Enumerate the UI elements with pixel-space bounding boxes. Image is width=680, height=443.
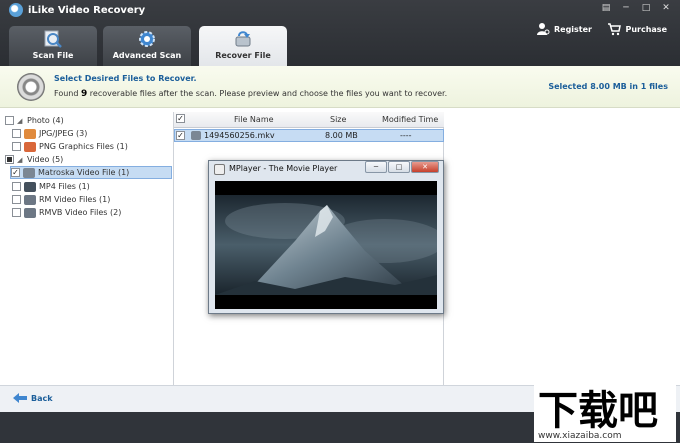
disc-icon (17, 73, 45, 101)
tree-label: RM Video Files (1) (39, 195, 111, 204)
mplayer-icon (214, 164, 225, 175)
tree-label: Photo (4) (27, 116, 64, 125)
tree-label: Matroska Video File (1) (38, 168, 130, 177)
rmvb-checkbox[interactable] (12, 208, 21, 217)
column-size[interactable]: Size (330, 115, 346, 124)
tree-label: Video (5) (27, 155, 64, 164)
tree-node-mp4[interactable]: MP4 Files (1) (12, 180, 90, 193)
tree-node-rmvb[interactable]: RMVB Video Files (2) (12, 206, 121, 219)
file-checkbox[interactable]: ✓ (176, 131, 185, 140)
photo-checkbox[interactable] (5, 116, 14, 125)
register-label: Register (553, 24, 592, 34)
jpg-checkbox[interactable] (12, 129, 21, 138)
found-count: 9 (80, 89, 88, 99)
png-checkbox[interactable] (12, 142, 21, 151)
watermark: 下载吧 www.xiazaiba.com (534, 380, 676, 442)
file-row[interactable]: ✓ 1494560256.mkv 8.00 MB ---- (174, 129, 444, 142)
back-arrow-icon (13, 393, 27, 403)
minimize-button[interactable]: ─ (618, 2, 634, 14)
video-checkbox[interactable] (5, 155, 14, 164)
tree-label: PNG Graphics Files (1) (39, 142, 128, 151)
tree-node-png[interactable]: PNG Graphics Files (1) (12, 140, 128, 153)
info-prefix: Found (54, 89, 79, 98)
tab-label: Recover File (215, 51, 271, 60)
purchase-link[interactable]: Purchase (607, 22, 667, 36)
expand-arrow-icon[interactable]: ◢ (17, 117, 24, 125)
back-button[interactable]: Back (13, 393, 53, 403)
info-title: Select Desired Files to Recover. (54, 74, 197, 83)
window-controls: ▤ ─ □ ✕ (598, 2, 674, 14)
mplayer-window[interactable]: MPlayer - The Movie Player ─ □ ✕ (208, 160, 444, 314)
tab-recover-file[interactable]: Recover File (199, 26, 287, 66)
player-title: MPlayer - The Movie Player (229, 164, 338, 173)
purchase-label: Purchase (625, 24, 667, 34)
video-file-icon (24, 181, 36, 192)
tree-node-rm[interactable]: RM Video Files (1) (12, 193, 110, 206)
tab-label: Scan File (32, 51, 74, 60)
column-modified-time[interactable]: Modified Time (382, 115, 438, 124)
video-file-icon (24, 194, 36, 205)
app-header: iLike Video Recovery ▤ ─ □ ✕ Scan File A… (0, 0, 680, 66)
player-window-controls: ─ □ ✕ (365, 161, 439, 173)
video-file-icon (24, 207, 36, 218)
file-size: 8.00 MB (325, 131, 358, 140)
selected-summary: Selected 8.00 MB in 1 files (548, 82, 668, 91)
maximize-button[interactable]: □ (638, 2, 654, 14)
player-minimize-button[interactable]: ─ (365, 161, 387, 173)
video-preview[interactable] (215, 181, 437, 309)
info-bar: Select Desired Files to Recover. Found 9… (0, 66, 680, 108)
mp4-checkbox[interactable] (12, 182, 21, 191)
info-description: Found 9 recoverable files after the scan… (54, 89, 447, 99)
svg-text:www.xiazaiba.com: www.xiazaiba.com (538, 431, 622, 441)
magnifier-icon (44, 30, 62, 48)
svg-text:下载吧: 下载吧 (538, 388, 658, 434)
file-type-tree: ◢ Photo (4) JPG/JPEG (3) PNG Graphics Fi… (0, 112, 174, 385)
tree-label: JPG/JPEG (3) (39, 129, 88, 138)
tree-node-jpg[interactable]: JPG/JPEG (3) (12, 127, 87, 140)
register-link[interactable]: Register (536, 22, 592, 36)
file-list-header: ✓ File Name Size Modified Time (174, 112, 444, 128)
file-name: 1494560256.mkv (204, 131, 275, 140)
player-close-button[interactable]: ✕ (411, 161, 439, 173)
video-file-icon (23, 167, 35, 178)
select-all-checkbox[interactable]: ✓ (176, 114, 185, 123)
tab-advanced-scan[interactable]: Advanced Scan (103, 26, 191, 66)
site-logo: 下载吧 www.xiazaiba.com (534, 384, 676, 442)
tree-label: RMVB Video Files (2) (39, 208, 122, 217)
app-title: iLike Video Recovery (28, 5, 146, 16)
tab-label: Advanced Scan (112, 51, 182, 60)
app-logo-icon (9, 3, 23, 17)
menu-button[interactable]: ▤ (598, 2, 614, 14)
image-file-icon (24, 128, 36, 139)
tree-node-video[interactable]: ◢ Video (5) (5, 153, 63, 166)
video-file-icon (191, 131, 201, 140)
back-label: Back (31, 393, 53, 403)
info-suffix: recoverable files after the scan. Please… (89, 89, 448, 98)
tab-scan-file[interactable]: Scan File (9, 26, 97, 66)
gear-icon (139, 31, 155, 47)
column-file-name[interactable]: File Name (234, 115, 274, 124)
tree-node-mkv[interactable]: ✓ Matroska Video File (1) (10, 166, 172, 179)
recover-icon (235, 31, 251, 47)
close-button[interactable]: ✕ (658, 2, 674, 14)
cart-icon (608, 23, 622, 36)
rm-checkbox[interactable] (12, 195, 21, 204)
file-modified: ---- (400, 131, 412, 140)
tree-node-photo[interactable]: ◢ Photo (4) (5, 114, 64, 127)
expand-arrow-icon[interactable]: ◢ (17, 156, 24, 164)
player-maximize-button[interactable]: □ (388, 161, 410, 173)
mkv-checkbox[interactable]: ✓ (11, 168, 20, 177)
user-key-icon (536, 23, 550, 35)
tree-label: MP4 Files (1) (39, 182, 90, 191)
image-file-icon (24, 141, 36, 152)
mountain-video-frame (215, 181, 437, 309)
